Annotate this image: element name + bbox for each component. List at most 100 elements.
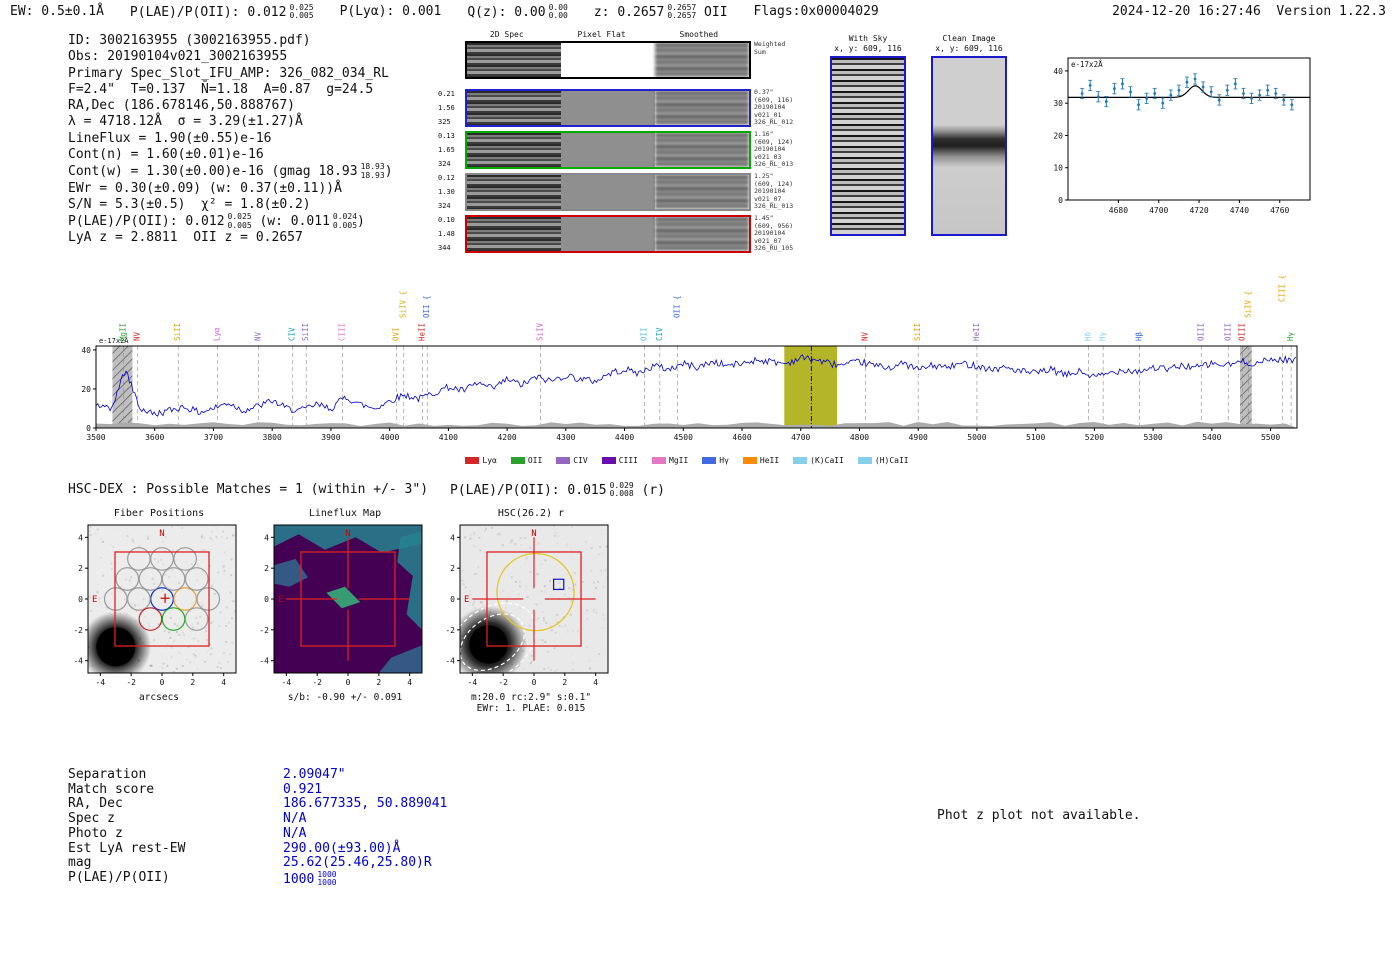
- svg-text:4: 4: [264, 533, 269, 542]
- text-segment: P(LAE)/P(OII): 0.012: [129, 4, 287, 20]
- svg-text:MgII: MgII: [119, 323, 128, 341]
- svg-text:CIII {: CIII {: [1277, 276, 1286, 302]
- svg-text:5100: 5100: [1026, 433, 1045, 442]
- svg-text:2: 2: [78, 564, 83, 573]
- text-segment: ): [357, 214, 365, 230]
- text-segment: 0.921: [283, 781, 323, 797]
- twod-cell-smooth: [655, 133, 749, 167]
- clean-image-panel: Clean Image x, y: 609, 116: [929, 34, 1009, 239]
- text-segment: (w: 0.011: [251, 214, 330, 230]
- match-table-row: Est LyA rest-EW 290.00(±93.00)Å: [68, 840, 447, 857]
- match-table-value: 0.921: [283, 781, 323, 798]
- twod-row: 0.12 1.30 324 1.25" (609, 124) 20190104 v021_0…: [437, 172, 809, 211]
- legend-item: OII: [510, 456, 542, 465]
- legend-label: (H)CaII: [874, 456, 909, 465]
- svg-text:E: E: [278, 595, 283, 605]
- svg-text:20: 20: [1053, 131, 1063, 140]
- svg-text:0: 0: [264, 595, 269, 604]
- legend-label: (K)CaII: [810, 456, 844, 465]
- legend-swatch: [556, 457, 571, 464]
- twod-row-annotation: 1.16" (609, 124) 20190104 v021_03 326_RL_013: [754, 130, 794, 168]
- svg-text:Lyα: Lyα: [213, 327, 222, 341]
- spectrum-plot: 3500 3600 3700 3800 3900 4000 4100 4200 4300 4400…: [62, 275, 1312, 455]
- svg-text:Hγ: Hγ: [1286, 331, 1295, 341]
- twod-cell-flat: [561, 91, 655, 125]
- svg-text:OII {: OII {: [422, 295, 431, 318]
- twod-header-pixelflat: Pixel Flat: [577, 30, 626, 39]
- twod-header-2dspec: 2D Spec: [489, 30, 524, 39]
- svg-text:3700: 3700: [204, 433, 223, 442]
- svg-text:40: 40: [81, 346, 91, 355]
- text-segment: LyA z = 2.8811 OII z = 0.2657: [68, 230, 303, 246]
- svg-text:CIV: CIV: [655, 327, 664, 341]
- text-segment: EW: 0.5±0.1Å: [10, 4, 104, 19]
- twod-cell-spec2d: [467, 217, 561, 251]
- header-summary-line: EW: 0.5±0.1Å P(LAE)/P(OII): 0.012 0.025 0.0…: [10, 3, 879, 21]
- svg-text:-4: -4: [468, 678, 478, 687]
- svg-text:N: N: [159, 529, 164, 539]
- legend-item: HeII: [742, 456, 779, 465]
- twod-row-images: [465, 173, 751, 211]
- svg-text:-2: -2: [445, 626, 455, 635]
- svg-text:OIII: OIII: [1223, 323, 1232, 341]
- svg-text:NV: NV: [254, 331, 263, 341]
- text-segment: Flags:0x00004029: [753, 4, 879, 19]
- header-segment: P(LAE)/P(OII): 0.012 0.025 0.005: [129, 3, 314, 21]
- svg-text:2: 2: [450, 564, 455, 573]
- legend-item: CIII: [601, 456, 638, 465]
- svg-text:N: N: [345, 529, 350, 539]
- header-segment: EW: 0.5±0.1Å: [10, 4, 104, 21]
- text-segment: N/A: [283, 825, 307, 841]
- text-segment: λ = 4718.12Å σ = 3.29(±1.27)Å: [68, 114, 303, 130]
- svg-text:0: 0: [1058, 196, 1063, 205]
- svg-text:Hγ: Hγ: [1098, 331, 1107, 341]
- legend-label: Lyα: [482, 456, 497, 465]
- text-segment: P(LAE)/P(OII): 0.012: [68, 214, 225, 230]
- header-segment: P(Lyα): 0.001: [340, 4, 442, 21]
- svg-text:4: 4: [221, 678, 226, 687]
- svg-text:4500: 4500: [674, 433, 693, 442]
- svg-text:5400: 5400: [1202, 433, 1221, 442]
- svg-text:0: 0: [346, 678, 351, 687]
- fiber-positions-block: Fiber Positions N E -4 -4 -2 -2 0 0 2 2 4 4 arcsecs: [52, 508, 252, 703]
- with-sky-panel: With Sky x, y: 609, 116: [828, 34, 908, 239]
- hsc-cutout-title: HSC(26.2) r: [497, 508, 565, 519]
- svg-text:N: N: [531, 529, 536, 539]
- svg-text:-2: -2: [498, 678, 508, 687]
- info-line: RA,Dec (186.678146,50.888767): [68, 98, 393, 114]
- match-table-row: P(LAE)/P(OII) 1000 1000 1000: [68, 870, 447, 888]
- spectrum-section: 3500 3600 3700 3800 3900 4000 4100 4200 4300 4400…: [62, 275, 1312, 465]
- text-segment: LineFlux = 1.90(±0.55)e-16: [68, 130, 272, 146]
- twod-cell-flat: [561, 133, 655, 167]
- legend-label: CIV: [573, 456, 588, 465]
- match-table-row: mag 25.62(25.46,25.80)R: [68, 855, 447, 871]
- twod-row-weights: 0.10 1.48 344: [438, 216, 455, 252]
- twod-header-smoothed: Smoothed: [679, 30, 719, 39]
- text-segment: Q(z): 0.00: [467, 4, 546, 20]
- info-line: LyA z = 2.8811 OII z = 0.2657: [68, 230, 393, 246]
- twod-row-images: [465, 131, 751, 169]
- svg-text:-4: -4: [259, 657, 269, 666]
- stacked-fraction: 0.2657 0.2657: [667, 3, 697, 21]
- svg-text:-2: -2: [312, 678, 322, 687]
- svg-text:2: 2: [562, 678, 567, 687]
- fiber-xlabel: arcsecs: [138, 692, 180, 703]
- legend-swatch: [702, 457, 717, 464]
- match-table-value: 290.00(±93.00)Å: [283, 841, 400, 857]
- svg-text:CIV: CIV: [288, 327, 297, 341]
- twod-cell-spec2d: [467, 43, 561, 77]
- text-segment: N/A: [283, 811, 307, 827]
- svg-text:4000: 4000: [380, 433, 399, 442]
- legend-label: CIII: [618, 456, 638, 465]
- svg-text:4800: 4800: [850, 433, 869, 442]
- match-table-label: Est LyA rest-EW: [68, 840, 186, 856]
- twod-row-weights: [437, 41, 465, 79]
- info-line: EWr = 0.30(±0.09) (w: 0.37(±0.11))Å: [68, 181, 393, 197]
- svg-text:2: 2: [376, 678, 381, 687]
- twod-row: Weighted Sum: [437, 40, 809, 79]
- legend-item: (H)CaII: [857, 456, 909, 465]
- svg-text:SiII: SiII: [301, 323, 310, 341]
- hsc-dex-segment: P(LAE)/P(OII): 0.015 0.029 0.008 (r): [450, 481, 665, 499]
- text-segment: P(Lyα): 0.001: [339, 4, 442, 19]
- legend-swatch: [793, 457, 808, 464]
